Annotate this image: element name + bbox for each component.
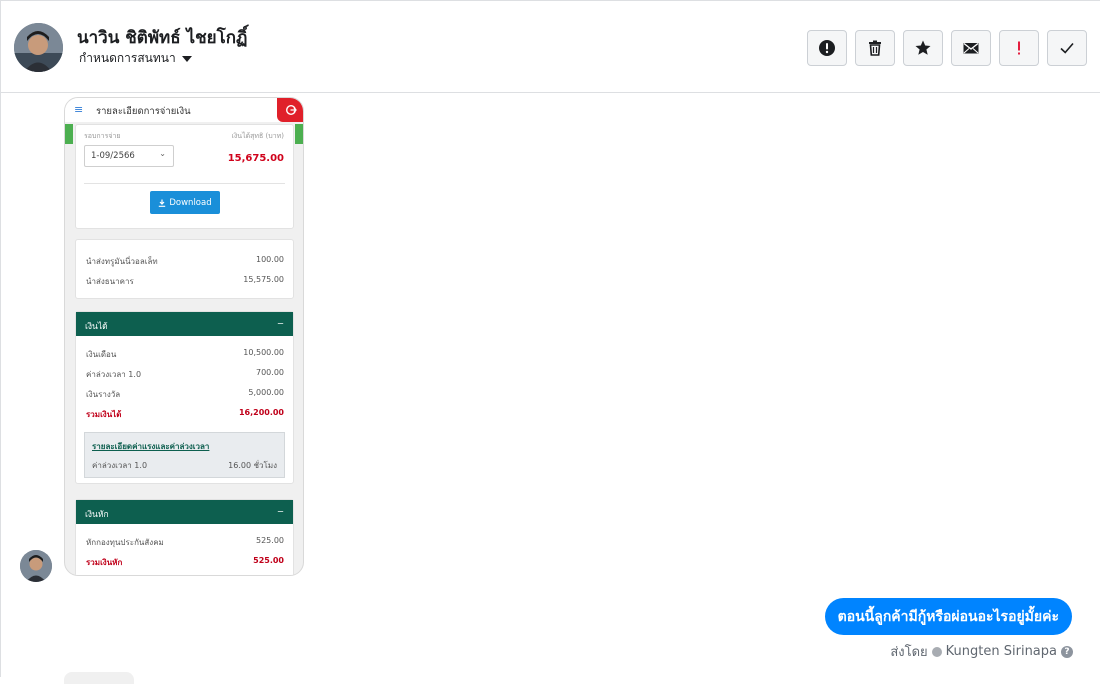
income-value: 5,000.00 — [248, 388, 284, 397]
net-pay-card: รอบการจ่าย เงินได้สุทธิ (บาท) 1-09/2566 … — [75, 124, 294, 229]
transfer-row: นำส่งธนาคาร 15,575.00 — [86, 275, 284, 288]
transfer-label: นำส่งทรูมันนี่วอลเล็ท — [86, 257, 158, 266]
deduction-label: หักกองทุนประกันสังคม — [86, 538, 164, 547]
conversation-toolbar — [807, 30, 1087, 66]
mark-unread-button[interactable] — [951, 30, 991, 66]
income-total-label: รวมเงินได้ — [86, 410, 122, 419]
deduction-total-label: รวมเงินหัก — [86, 558, 123, 567]
period-label: รอบการจ่าย — [84, 132, 121, 140]
period-value: 1-09/2566 — [91, 151, 135, 161]
transfer-card: นำส่งทรูมันนี่วอลเล็ท 100.00 นำส่งธนาคาร… — [75, 239, 294, 299]
caret-down-icon — [181, 56, 192, 62]
income-header: เงินได้ − — [76, 312, 293, 336]
deduction-row: หักกองทุนประกันสังคม 525.00 — [86, 536, 284, 549]
deduction-heading: เงินหัก — [85, 510, 109, 520]
next-message-partial — [64, 672, 134, 684]
transfer-value: 15,575.00 — [243, 275, 284, 284]
income-label: เงินเดือน — [86, 350, 117, 359]
download-icon — [159, 199, 166, 207]
done-button[interactable] — [1047, 30, 1087, 66]
flag-button[interactable] — [999, 30, 1039, 66]
payslip-title: รายละเอียดการจ่ายเงิน — [96, 106, 191, 117]
income-total-row: รวมเงินได้ 16,200.00 — [86, 408, 284, 421]
deduction-header: เงินหัก − — [76, 500, 293, 524]
verified-icon — [931, 646, 942, 657]
deduction-total-row: รวมเงินหัก 525.00 — [86, 556, 284, 569]
alert-circle-icon — [819, 40, 835, 56]
inbox-conversation: นาวิน ชิติพัทธ์ ไชยโกฏิ์ กำหนดการสนทนา ≡… — [0, 0, 1100, 684]
check-icon — [1060, 42, 1074, 54]
income-total-value: 16,200.00 — [238, 408, 284, 417]
avatar[interactable] — [14, 23, 63, 72]
collapse-icon: − — [276, 319, 284, 329]
assign-label: กำหนดการสนทนา — [79, 51, 176, 65]
payslip-topbar: ≡ รายละเอียดการจ่ายเงิน — [65, 98, 303, 122]
logout-icon — [277, 98, 303, 122]
transfer-row: นำส่งทรูมันนี่วอลเล็ท 100.00 — [86, 255, 284, 268]
transfer-label: นำส่งธนาคาร — [86, 277, 134, 286]
income-card: เงินได้ − เงินเดือน 10,500.00 ค่าล่วงเวล… — [75, 311, 294, 484]
message-thread[interactable]: ≡ รายละเอียดการจ่ายเงิน รอบการจ่าย เงินไ… — [1, 93, 1100, 684]
overtime-detail-link: รายละเอียดค่าแรงและค่าล่วงเวลา — [92, 442, 210, 451]
collapse-icon: − — [276, 507, 284, 517]
mark-important-button[interactable] — [807, 30, 847, 66]
delete-button[interactable] — [855, 30, 895, 66]
income-row: ค่าล่วงเวลา 1.0 700.00 — [86, 368, 284, 381]
outgoing-message-bubble[interactable]: ตอนนี้ลูกค้ามีกู้หรือผ่อนอะไรอยู่มั้ยค่ะ — [824, 598, 1072, 635]
sender-name: Kungten Sirinapa — [945, 644, 1057, 659]
trash-icon — [869, 40, 881, 56]
mail-icon — [963, 42, 979, 54]
deduction-value: 525.00 — [256, 536, 284, 545]
star-button[interactable] — [903, 30, 943, 66]
download-button: Download — [150, 191, 220, 214]
sender-avatar — [20, 550, 52, 582]
income-value: 700.00 — [256, 368, 284, 377]
divider — [84, 183, 285, 184]
income-row: เงินเดือน 10,500.00 — [86, 348, 284, 361]
sent-by-line: ส่งโดย Kungten Sirinapa ? — [890, 641, 1073, 662]
income-label: เงินรางวัล — [86, 390, 121, 399]
income-heading: เงินได้ — [85, 322, 108, 332]
sent-by-label: ส่งโดย — [890, 645, 928, 660]
exclamation-icon — [1018, 41, 1020, 55]
green-accent-left — [65, 124, 73, 144]
overtime-row: ค่าล่วงเวลา 1.0 16.00 ชั่วโมง — [92, 459, 277, 472]
income-row: เงินรางวัล 5,000.00 — [86, 388, 284, 401]
overtime-label: ค่าล่วงเวลา 1.0 — [92, 461, 148, 470]
assign-conversation-dropdown[interactable]: กำหนดการสนทนา — [79, 49, 192, 68]
payslip-image[interactable]: ≡ รายละเอียดการจ่ายเงิน รอบการจ่าย เงินไ… — [64, 97, 304, 576]
download-label: Download — [169, 197, 212, 208]
contact-name: นาวิน ชิติพัทธ์ ไชยโกฏิ์ — [77, 28, 248, 48]
transfer-value: 100.00 — [256, 255, 284, 264]
deduction-total-value: 525.00 — [253, 556, 284, 565]
period-select: 1-09/2566 ⌄ — [84, 145, 174, 167]
deduction-card: เงินหัก − หักกองทุนประกันสังคม 525.00 รว… — [75, 499, 294, 575]
net-label: เงินได้สุทธิ (บาท) — [231, 132, 285, 140]
conversation-header: นาวิน ชิติพัทธ์ ไชยโกฏิ์ กำหนดการสนทนา — [1, 1, 1100, 93]
chevron-down-icon: ⌄ — [159, 149, 166, 158]
help-icon[interactable]: ? — [1061, 645, 1073, 658]
star-icon — [915, 40, 931, 55]
overtime-detail-box: รายละเอียดค่าแรงและค่าล่วงเวลา ค่าล่วงเว… — [84, 432, 285, 478]
menu-icon: ≡ — [74, 103, 84, 116]
income-label: ค่าล่วงเวลา 1.0 — [86, 370, 142, 379]
overtime-value: 16.00 ชั่วโมง — [228, 461, 277, 470]
income-value: 10,500.00 — [243, 348, 284, 357]
green-accent-right — [295, 124, 303, 144]
net-value: 15,675.00 — [227, 153, 284, 164]
